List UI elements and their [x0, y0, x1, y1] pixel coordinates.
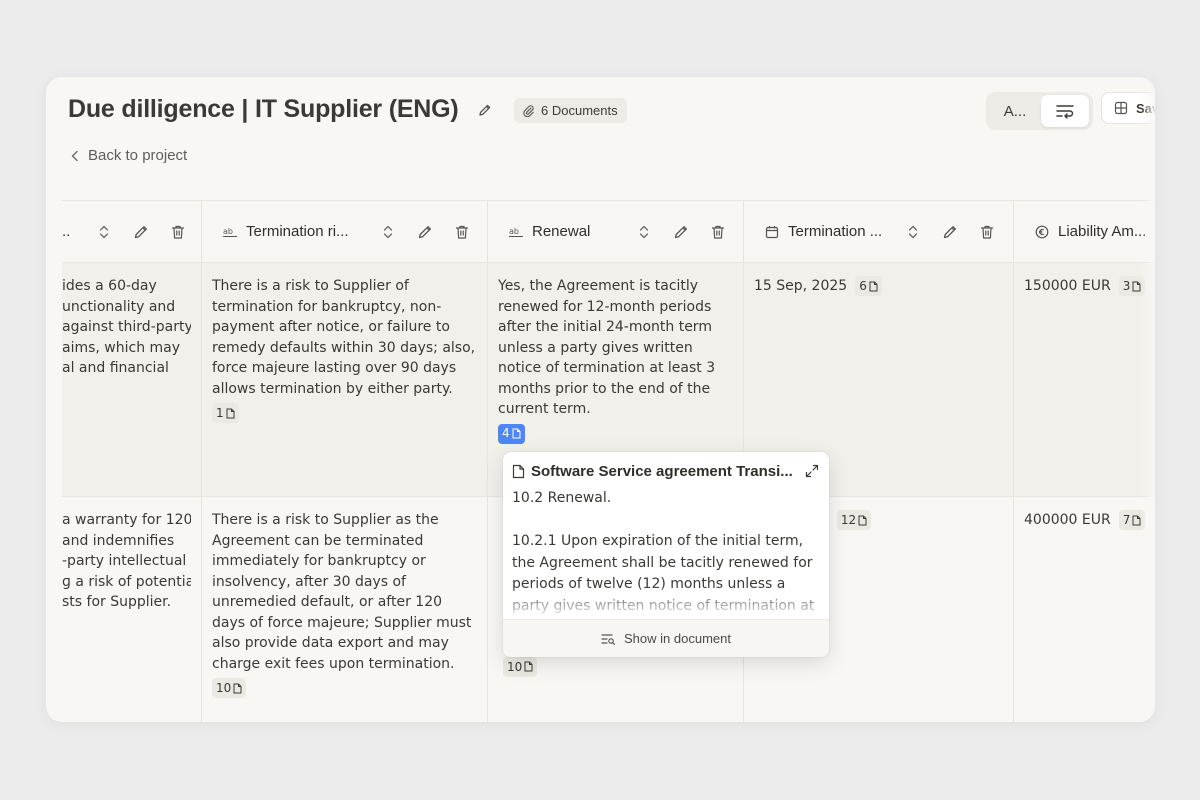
table-cell[interactable]: There is a risk to Supplier as the Agree… [202, 497, 487, 722]
cell-text: There is a risk to Supplier as the Agree… [212, 512, 472, 672]
wrap-text-toggle[interactable] [1041, 95, 1089, 127]
column-name: .. [62, 223, 71, 240]
column-partial: .. ides a 60-day unctionality and agains… [62, 201, 202, 722]
text-type-icon: ab [222, 224, 238, 240]
table-cell[interactable]: a warranty for 120 and indemnifies -part… [62, 497, 201, 722]
reference-count: 4 [502, 426, 510, 441]
svg-text:ab: ab [509, 227, 519, 236]
show-in-document-label: Show in document [624, 631, 731, 646]
calendar-icon [764, 224, 780, 240]
column-name: Renewal [532, 223, 591, 240]
sort-icon[interactable] [95, 223, 113, 241]
column-header[interactable]: .. [62, 201, 201, 263]
sort-icon[interactable] [379, 223, 397, 241]
column-header[interactable]: Liability Am... [1014, 201, 1155, 263]
table-cell[interactable]: 400000 EUR 7 [1014, 497, 1155, 722]
excerpt-fade [503, 586, 829, 618]
reference-count: 3 [1122, 278, 1131, 293]
edit-column-icon[interactable] [416, 223, 434, 241]
edit-column-icon[interactable] [941, 223, 959, 241]
edit-column-icon[interactable] [132, 223, 150, 241]
show-in-document-button[interactable]: Show in document [503, 619, 829, 657]
source-popover: Software Service agreement Transi... 10.… [503, 452, 829, 657]
svg-text:ab: ab [223, 227, 233, 236]
document-icon [1132, 281, 1141, 291]
edit-title-icon[interactable] [476, 101, 494, 119]
column-liability-amount: Liability Am... 150000 EUR 3 400000 EUR 7 [1014, 201, 1155, 722]
documents-count: 6 Documents [541, 103, 618, 118]
euro-icon [1034, 224, 1050, 240]
column-termination-risk: ab Termination ri... There is a risk to … [202, 201, 488, 722]
reference-count: 1 [216, 405, 224, 420]
cell-text: a warranty for 120 and indemnifies -part… [62, 512, 191, 610]
paperclip-icon [522, 104, 535, 117]
popover-document-title[interactable]: Software Service agreement Transi... [531, 463, 799, 480]
column-header[interactable]: ab Renewal [488, 201, 743, 263]
cell-amount: 150000 EUR [1024, 278, 1111, 294]
scroll-fade [1141, 77, 1155, 722]
source-reference-active[interactable]: 4 [498, 423, 525, 444]
sort-icon[interactable] [635, 223, 653, 241]
column-header[interactable]: Termination ... [744, 201, 1013, 263]
reference-count: 10 [507, 659, 523, 674]
text-type-icon: ab [508, 224, 524, 240]
reference-count: 6 [859, 278, 867, 293]
document-icon [524, 661, 533, 672]
reference-count: 7 [1122, 512, 1131, 527]
layout-icon [1114, 101, 1128, 115]
table-cell[interactable]: There is a risk to Supplier of terminati… [202, 263, 487, 497]
back-to-project-link[interactable]: Back to project [70, 147, 187, 164]
table-cell[interactable]: 150000 EUR 3 [1014, 263, 1155, 497]
view-toggle: A... [986, 92, 1093, 130]
reference-count: 10 [216, 680, 232, 695]
document-icon [226, 408, 235, 418]
cell-text: There is a risk to Supplier of terminati… [212, 278, 476, 397]
view-option-a[interactable]: A... [989, 95, 1041, 127]
document-icon [858, 515, 867, 525]
cell-date: 15 Sep, 2025 [754, 278, 848, 294]
document-icon [1132, 515, 1141, 525]
sort-icon[interactable] [904, 223, 922, 241]
table-cell[interactable]: ides a 60-day unctionality and against t… [62, 263, 201, 497]
expand-icon[interactable] [805, 464, 819, 478]
cell-amount: 400000 EUR [1024, 512, 1111, 528]
source-reference[interactable]: 1 [212, 403, 239, 423]
document-icon [512, 428, 521, 439]
delete-column-icon[interactable] [709, 223, 727, 241]
delete-column-icon[interactable] [453, 223, 471, 241]
column-header[interactable]: ab Termination ri... [202, 201, 487, 263]
chevron-left-icon [70, 150, 80, 162]
text-search-icon [601, 633, 616, 645]
back-link-label: Back to project [88, 147, 188, 164]
delete-column-icon[interactable] [978, 223, 996, 241]
source-reference[interactable]: 10 [503, 656, 538, 677]
delete-column-icon[interactable] [169, 223, 187, 241]
edit-column-icon[interactable] [672, 223, 690, 241]
document-icon [512, 464, 525, 479]
documents-badge[interactable]: 6 Documents [514, 98, 627, 123]
source-reference[interactable]: 6 [855, 276, 882, 296]
column-name: Termination ri... [246, 223, 349, 240]
wrap-text-icon [1055, 103, 1075, 119]
document-icon [869, 281, 878, 291]
column-name: Termination ... [788, 223, 883, 240]
cell-text: ides a 60-day unctionality and against t… [62, 278, 191, 376]
reference-count: 12 [840, 512, 857, 527]
source-reference[interactable]: 12 [836, 510, 872, 530]
page-title: Due dilligence | IT Supplier (ENG) [68, 95, 459, 123]
document-icon [233, 683, 242, 693]
cell-text: Yes, the Agreement is tacitly renewed fo… [498, 278, 716, 417]
source-reference[interactable]: 10 [212, 678, 247, 698]
column-name: Liability Am... [1058, 223, 1147, 240]
